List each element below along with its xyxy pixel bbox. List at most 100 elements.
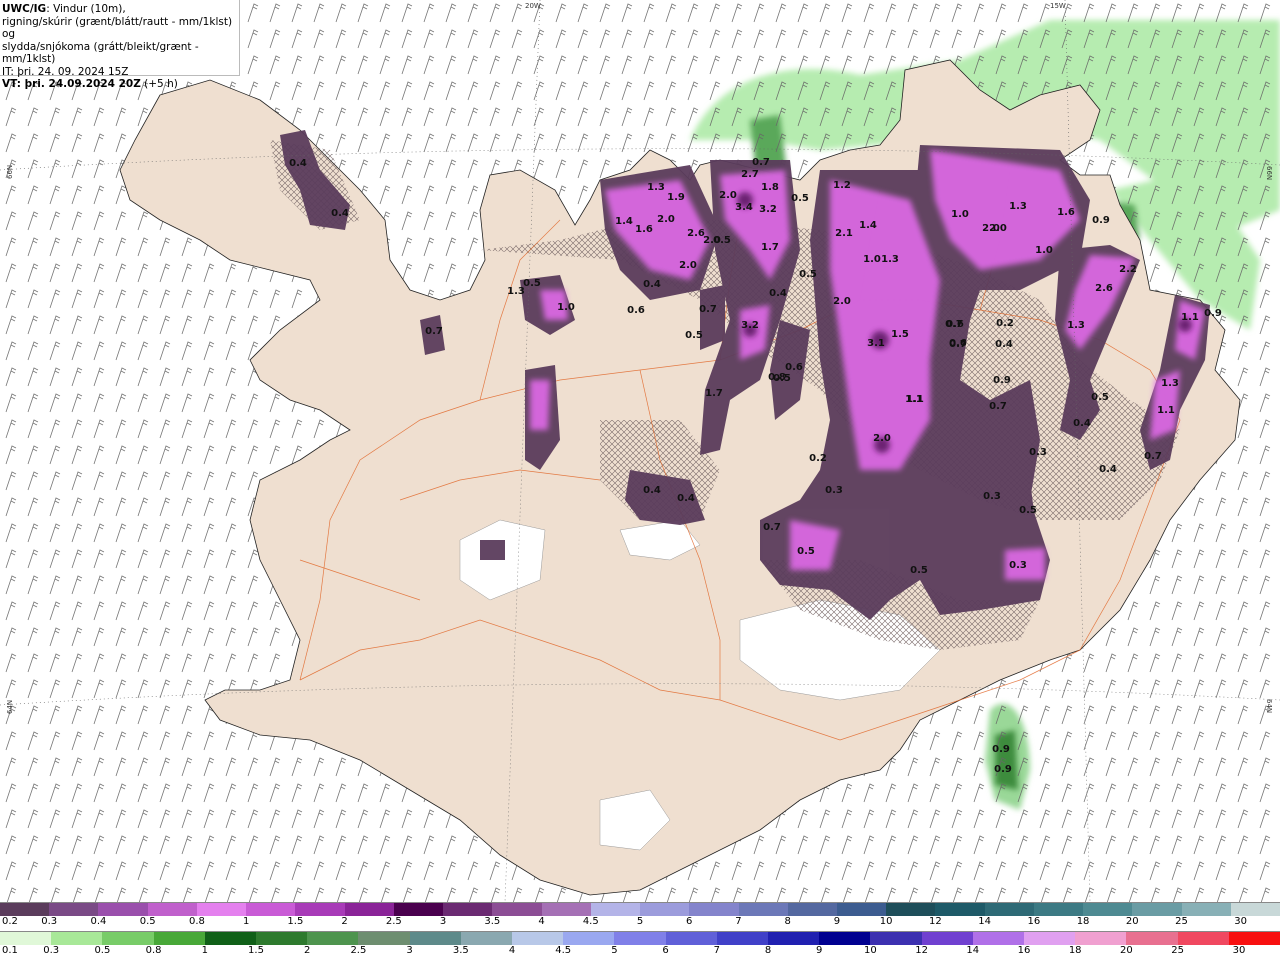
legend-label: 16 xyxy=(1017,945,1031,956)
precip-value-label: 1.3 xyxy=(647,182,665,193)
legend-label: 30 xyxy=(1232,945,1246,956)
precip-value-label: 0.4 xyxy=(1099,464,1117,475)
precip-value-label: 0.7 xyxy=(752,157,770,168)
legend-swatch xyxy=(153,932,205,945)
legend-label: 18 xyxy=(1076,916,1090,927)
legend-label: 12 xyxy=(929,916,942,927)
precip-value-label: 0.7 xyxy=(1144,451,1162,462)
legend-swatch xyxy=(196,903,247,916)
legend-label: 1.5 xyxy=(248,945,264,956)
precip-value-label: 0.5 xyxy=(523,278,541,289)
legend-swatch xyxy=(640,903,690,916)
graticule-right-label: 64N xyxy=(1265,699,1273,713)
precip-value-label: 0.5 xyxy=(713,235,731,246)
legend-label: 10 xyxy=(864,945,877,956)
precip-value-label: 1.0 xyxy=(557,302,575,313)
legend-label: 4.5 xyxy=(555,945,572,956)
precip-value-label: 0.6 xyxy=(946,319,964,330)
precip-value-label: 3.2 xyxy=(759,204,777,215)
legend-swatch xyxy=(295,903,345,916)
legend-label: 4.5 xyxy=(582,916,599,927)
legend-swatch xyxy=(935,903,985,916)
legend-swatch xyxy=(49,903,99,916)
precip-value-label: 3.2 xyxy=(741,320,759,331)
legend-label: 14 xyxy=(966,945,980,956)
precip-value-label: 1.5 xyxy=(891,329,909,340)
legend-swatch xyxy=(246,903,296,916)
valid-time: VT: þri. 24.09.2024 20Z xyxy=(2,78,141,90)
legend-swatch xyxy=(344,903,394,916)
graticule-top-label: 20W xyxy=(525,2,541,10)
legend-swatch xyxy=(443,903,493,916)
precip-value-label: 1.1 xyxy=(1181,312,1199,323)
legend-label: 20 xyxy=(1125,916,1139,927)
legend-label: 0.2 xyxy=(2,916,18,927)
precip-value-label: 0.4 xyxy=(677,493,695,504)
legend-swatch xyxy=(1181,903,1231,916)
precip-value-label: 1.3 xyxy=(1161,378,1179,389)
legend-swatch xyxy=(614,932,666,945)
precip-value-label: 0.9 xyxy=(994,764,1012,775)
legend-label: 4 xyxy=(538,916,545,927)
legend-label: 18 xyxy=(1068,945,1082,956)
legend-swatch xyxy=(307,932,359,945)
precip-value-label: 1.4 xyxy=(615,216,633,227)
legend-swatch xyxy=(0,932,52,945)
legend-label: 2.5 xyxy=(350,945,367,956)
precip-value-label: 0.4 xyxy=(643,279,661,290)
precip-value-label: 1.3 xyxy=(1009,201,1027,212)
legend-label: 0.5 xyxy=(139,916,156,927)
precip-value-label: 0.9 xyxy=(993,375,1011,386)
legend-label: 4 xyxy=(508,945,516,956)
precip-value-label: 2.1 xyxy=(835,228,853,239)
legend-swatch xyxy=(51,932,103,945)
init-time: IT: þri. 24. 09. 2024 15Z xyxy=(2,65,129,78)
legend-swatch xyxy=(1132,903,1182,916)
precip-value-label: 0.4 xyxy=(643,485,661,496)
legend-swatch xyxy=(716,932,769,945)
precip-value-label: 0.7 xyxy=(425,326,443,337)
legend-swatch xyxy=(1075,932,1127,945)
legend-swatch xyxy=(870,932,922,945)
precip-value-label: 0.5 xyxy=(799,269,817,280)
legend-swatch xyxy=(409,932,461,945)
legend-swatch xyxy=(738,903,788,916)
legend-swatch xyxy=(1024,932,1076,945)
model-name: UWC/IG xyxy=(2,3,47,15)
precip-value-label: 0.4 xyxy=(331,208,349,219)
precip-value-label: 0.3 xyxy=(1029,447,1047,458)
legend-swatch xyxy=(921,932,973,945)
precip-value-label: 0.2 xyxy=(809,453,827,464)
precip-value-label: 1.4 xyxy=(859,220,877,231)
graticule-left-label: 64N xyxy=(6,700,14,714)
legend-swatch xyxy=(102,932,154,945)
legend-label: 3.5 xyxy=(452,945,469,956)
precip-value-label: 0.5 xyxy=(1091,392,1109,403)
precip-value-label: 1.8 xyxy=(761,182,779,193)
precip-value-label: 1.7 xyxy=(761,242,779,253)
precip-value-label: 2.2 xyxy=(1119,264,1137,275)
precip-value-label: 0.9 xyxy=(992,744,1010,755)
precip-value-label: 1.6 xyxy=(1057,207,1075,218)
precip-value-label: 2.0 xyxy=(873,433,891,444)
precip-value-label: 0.4 xyxy=(1073,418,1091,429)
legend-label: 1.5 xyxy=(287,916,304,927)
legend-label: 12 xyxy=(915,945,928,956)
legend-swatch xyxy=(836,903,887,916)
legend-label: 2 xyxy=(304,945,311,956)
legend-label: 0.8 xyxy=(188,916,205,927)
legend-swatch xyxy=(256,932,308,945)
precip-value-label: 1.3 xyxy=(881,254,899,265)
precip-value-label: 0.8 xyxy=(768,372,786,383)
snow-legend-labels: 0.2 0.3 0.4 0.5 0.8 1 1.5 2 2.5 3 3.5 4 4.5 5 6 7 8 9 10 12… xyxy=(0,916,1280,930)
precip-value-label: 1.0 xyxy=(1035,245,1053,256)
legend-swatch xyxy=(1230,903,1280,916)
snow-description: slydda/snjókoma (grátt/bleikt/grænt - mm… xyxy=(2,40,199,66)
precip-value-label: 1.0 xyxy=(863,254,881,265)
legend-swatch xyxy=(590,903,641,916)
legend-swatch xyxy=(204,932,257,945)
legend-swatch xyxy=(1033,903,1084,916)
legend-label: 9 xyxy=(833,916,841,927)
legend-swatch xyxy=(886,903,936,916)
precip-value-label: 2.0 xyxy=(679,260,697,271)
